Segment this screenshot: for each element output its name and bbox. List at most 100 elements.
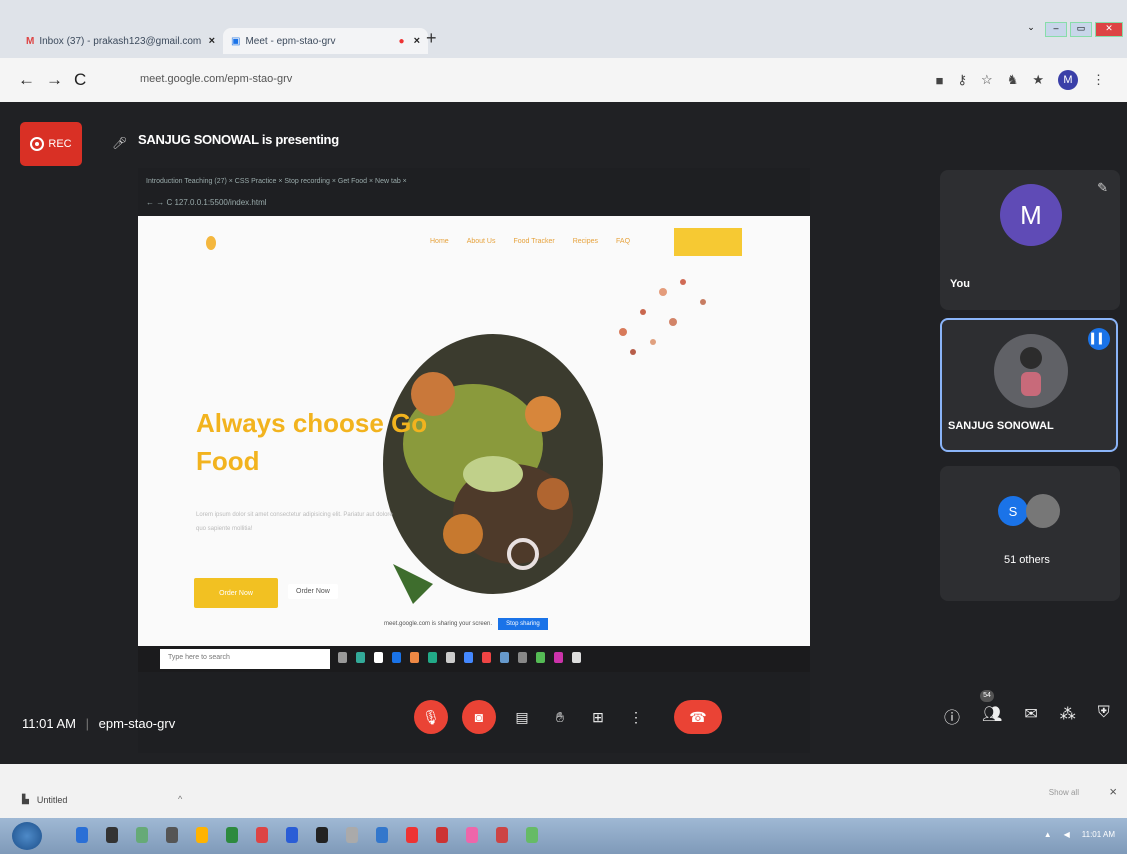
stop-sharing-button: Stop sharing (498, 618, 548, 630)
site-nav: Home About Us Food Tracker Recipes FAQ (430, 238, 630, 245)
back-arrow-icon[interactable]: ← (18, 70, 35, 90)
taskbar-clock: 11:01 AM (1081, 830, 1115, 839)
meet-window: REC 🎤︎ SANJUG SONOWAL is presenting Intr… (0, 102, 1127, 764)
maximize-button[interactable]: ▭ (1070, 22, 1092, 37)
tab-gmail[interactable]: M Inbox (37) - prakash123@gmail.com × (18, 28, 223, 54)
downloads-bar: ▙ Untitled ^ Show all × (0, 764, 1127, 818)
participant-count-badge: 54 (980, 690, 994, 702)
app-icon[interactable] (166, 827, 178, 843)
record-icon (30, 137, 45, 151)
app-icon[interactable] (436, 827, 448, 843)
camera-toggle-button[interactable]: ◙ (462, 700, 496, 734)
speaking-indicator-icon: ▍▍ (1088, 328, 1110, 350)
forward-arrow-icon[interactable]: → (46, 70, 63, 90)
falling-leaves-image (619, 279, 706, 355)
mic-toggle-button[interactable]: 🎙︎ (414, 700, 448, 734)
minimize-button[interactable]: – (1045, 22, 1067, 37)
explorer-icon[interactable] (106, 827, 118, 843)
reload-icon[interactable]: C (74, 70, 86, 90)
captions-icon: ▤ (515, 708, 529, 725)
toolbar-icons: ■ ⚷ ☆ ♞ ★ M ⋮ (936, 70, 1105, 90)
nav-about: About Us (466, 238, 496, 245)
leave-call-button[interactable]: ☎︎ (674, 700, 722, 734)
shared-taskbar: Type here to search (138, 646, 810, 672)
present-button[interactable]: ⊞ (586, 700, 610, 734)
hang-up-icon: ☎︎ (689, 708, 707, 725)
app-icon[interactable] (316, 827, 328, 843)
tab-title: Inbox (37) - prakash123@gmail.com (39, 35, 202, 47)
more-options-button[interactable]: ⋮ (624, 700, 648, 734)
puzzle-icon[interactable]: ★ (1032, 72, 1044, 88)
host-controls-icon[interactable]: ⛨ (1098, 704, 1110, 728)
meeting-details: 11:01 AM | epm-stao-grv (22, 716, 176, 731)
avatar: M (1000, 184, 1062, 246)
show-all-link[interactable]: Show all (1049, 788, 1079, 797)
nav-home: Home (430, 238, 449, 245)
nav-recipes: Recipes (572, 238, 599, 245)
app-icon[interactable] (466, 827, 478, 843)
app-icon[interactable] (526, 827, 538, 843)
nav-tracker: Food Tracker (513, 238, 555, 245)
meeting-code: epm-stao-grv (98, 716, 176, 731)
app-icon[interactable] (196, 827, 208, 843)
person-avatar-icon (1020, 347, 1042, 396)
pin-icon[interactable]: ✎ (1097, 180, 1108, 196)
avatar: S (998, 496, 1028, 526)
volume-icon[interactable]: ◀ (1064, 830, 1070, 839)
avatar (1026, 494, 1060, 528)
chevron-down-icon[interactable]: ⌄ (1020, 22, 1042, 37)
recording-indicator: REC (20, 122, 82, 166)
meet-icon: ▣ (231, 35, 241, 47)
participant-tile-you[interactable]: M ✎ You (940, 170, 1120, 310)
download-filename: Untitled (36, 794, 68, 805)
participant-tile-others[interactable]: S 51 others (940, 466, 1120, 601)
extension-icon[interactable]: ♞ (1007, 72, 1019, 88)
raise-hand-button[interactable]: ✋︎ (548, 700, 572, 734)
participant-name: You (950, 278, 970, 290)
nav-faq: FAQ (616, 238, 631, 245)
site-order-outline-button: Order Now (288, 584, 338, 599)
profile-avatar[interactable]: M (1058, 70, 1078, 90)
new-tab-button[interactable]: + (426, 28, 437, 49)
tab-close-button[interactable]: × (209, 35, 215, 47)
presenting-banner: SANJUG SONOWAL is presenting (138, 132, 339, 147)
network-icon[interactable]: ▲ (1044, 830, 1052, 839)
rec-label: REC (48, 138, 72, 150)
ie-icon[interactable] (76, 827, 88, 843)
file-icon: ▙ (22, 794, 29, 804)
menu-dots-icon[interactable]: ⋮ (1092, 72, 1105, 88)
app-icon[interactable] (286, 827, 298, 843)
key-icon[interactable]: ⚷ (958, 72, 968, 88)
app-icon[interactable] (406, 827, 418, 843)
food-website: Home About Us Food Tracker Recipes FAQ A… (138, 216, 810, 646)
participant-tile-sanjug[interactable]: ▍▍ SANJUG SONOWAL (940, 318, 1118, 452)
side-controls: ⓘ 👥︎ ✉︎ ⁂ ⛨ (944, 704, 1110, 728)
shared-taskbar-icons (338, 652, 581, 663)
chat-icon[interactable]: ✉︎ (1024, 704, 1037, 728)
captions-button[interactable]: ▤ (510, 700, 534, 734)
clock: 11:01 AM (22, 716, 76, 731)
chrome-icon[interactable] (256, 827, 268, 843)
people-icon[interactable]: 👥︎ (982, 704, 1002, 728)
tab-meet[interactable]: ▣ Meet - epm-stao-grv ● × (223, 28, 428, 54)
browser-tab-strip: M Inbox (37) - prakash123@gmail.com × ▣ … (0, 0, 1127, 58)
activities-icon[interactable]: ⁂ (1060, 704, 1076, 728)
star-icon[interactable]: ☆ (981, 72, 993, 88)
info-icon[interactable]: ⓘ (944, 704, 960, 728)
chevron-up-icon[interactable]: ^ (178, 794, 182, 804)
app-icon[interactable] (136, 827, 148, 843)
url-field[interactable]: meet.google.com/epm-stao-grv (140, 73, 292, 85)
app-icon[interactable] (226, 827, 238, 843)
start-button[interactable] (12, 822, 42, 850)
tab-close-button[interactable]: × (414, 35, 420, 47)
app-icon[interactable] (496, 827, 508, 843)
close-window-button[interactable]: ✕ (1095, 22, 1123, 37)
system-tray: ▲ ◀ 11:01 AM (1044, 830, 1115, 839)
camera-icon[interactable]: ■ (936, 73, 944, 88)
app-icon[interactable] (376, 827, 388, 843)
close-downloads-button[interactable]: × (1109, 784, 1117, 799)
download-item[interactable]: ▙ Untitled (22, 794, 67, 805)
app-icon[interactable] (346, 827, 358, 843)
share-notice: meet.google.com is sharing your screen. S… (384, 618, 548, 630)
mic-off-icon: 🎙︎ (422, 708, 440, 725)
